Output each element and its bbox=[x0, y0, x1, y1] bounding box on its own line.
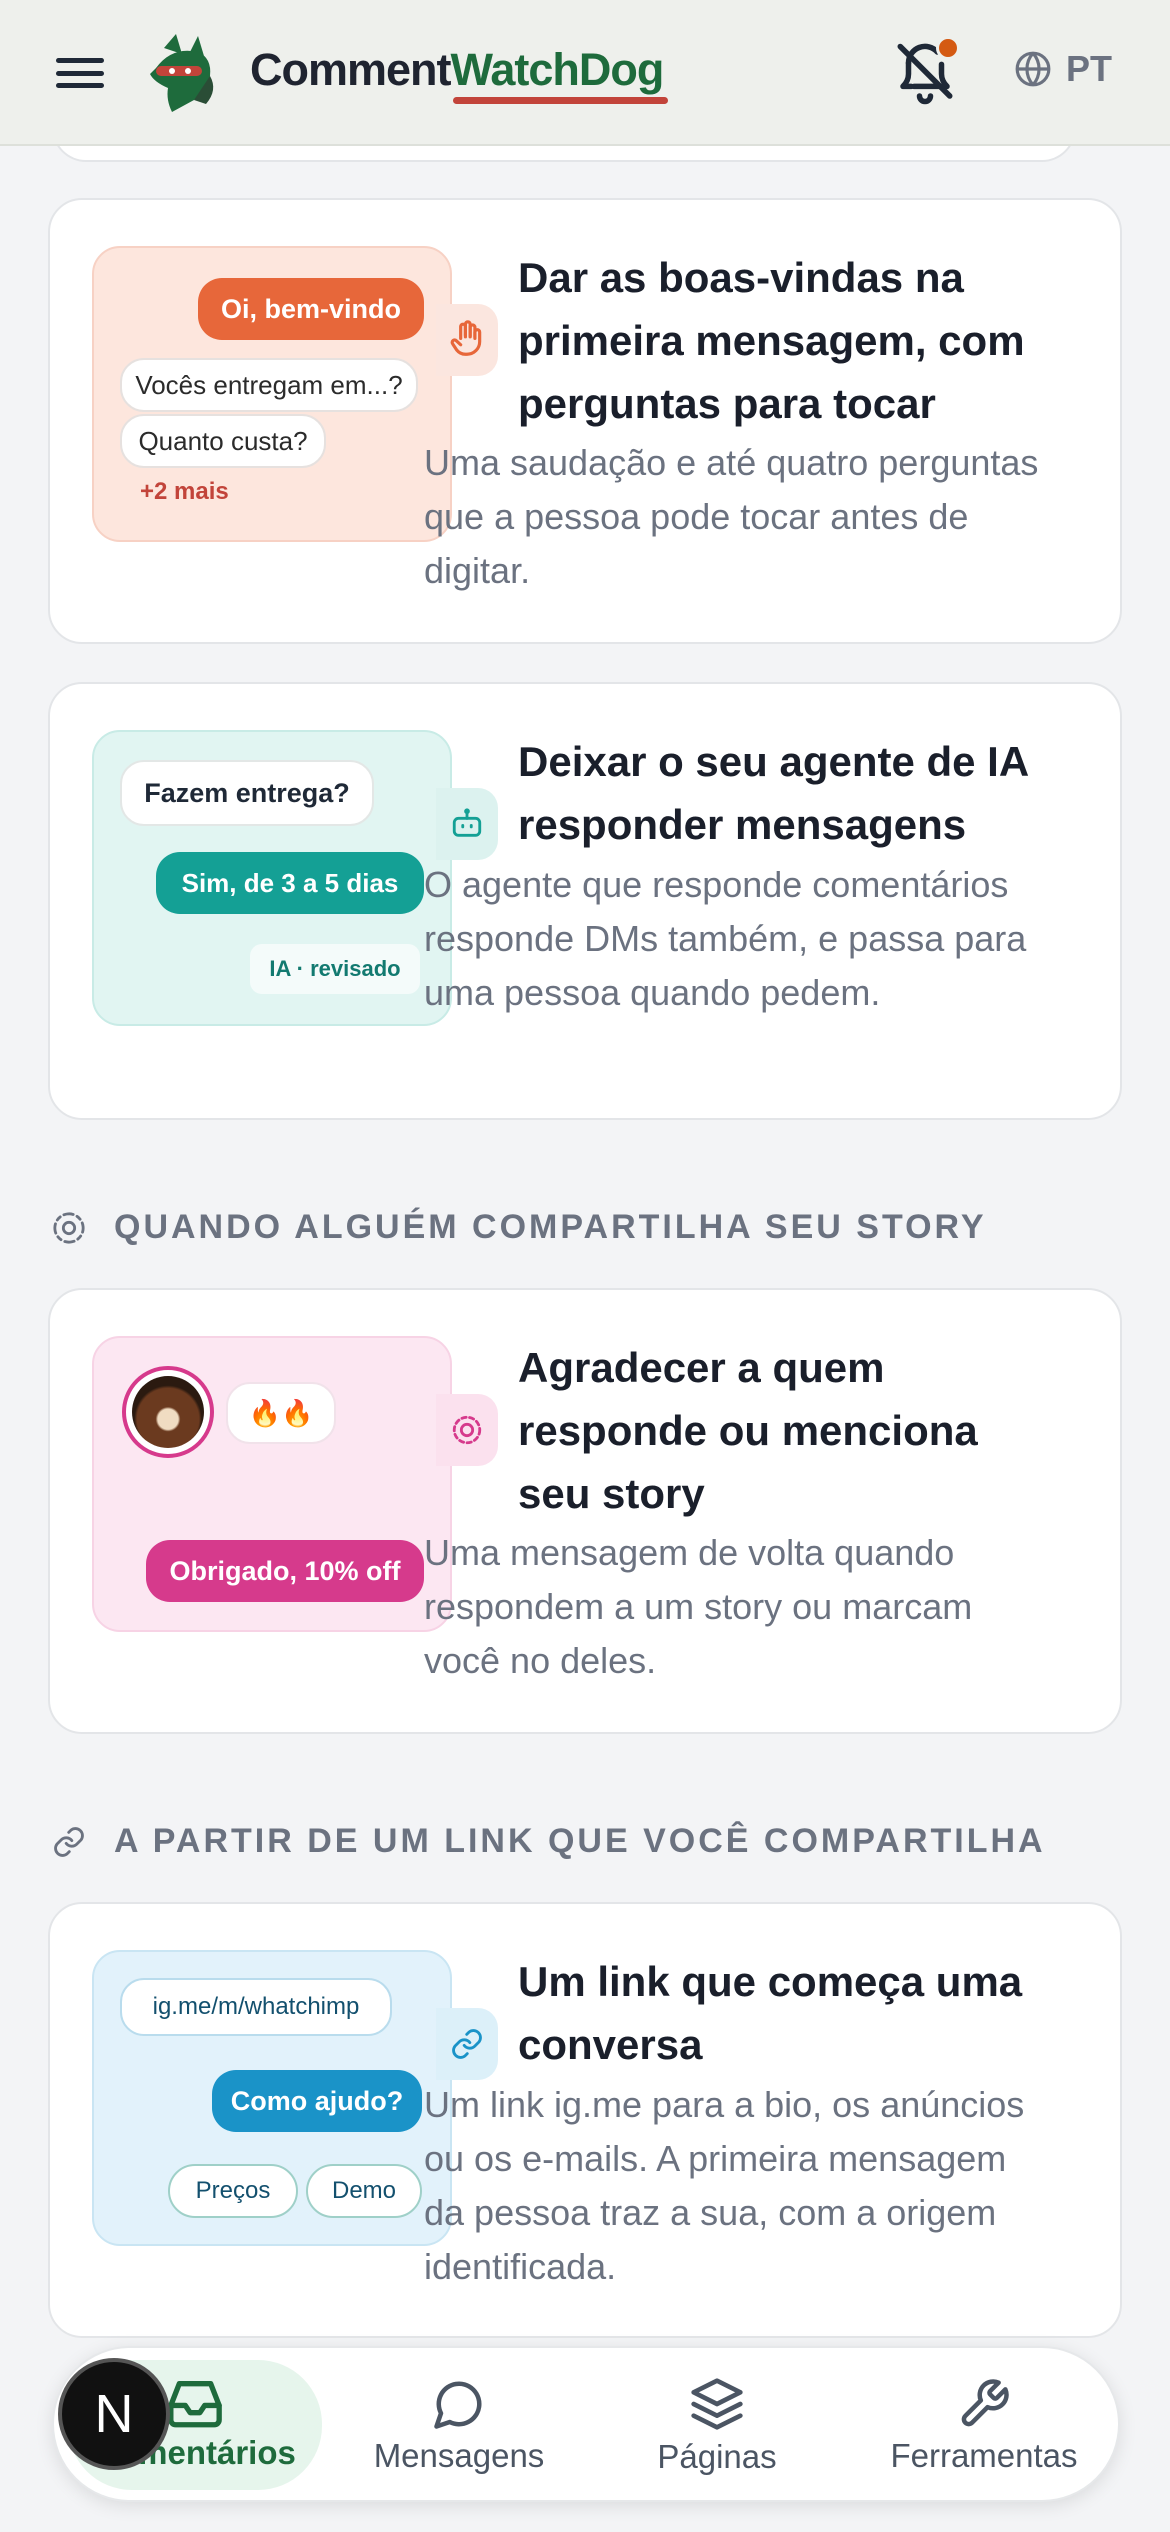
hand-icon bbox=[436, 304, 498, 376]
bottom-navigation: Comentários Mensagens Páginas Ferramenta… bbox=[52, 2346, 1120, 2502]
question-chip-2: Quanto custa? bbox=[120, 414, 326, 468]
ai-agent-card[interactable]: Fazem entrega? Sim, de 3 a 5 dias IA · r… bbox=[48, 682, 1122, 1120]
notification-dot bbox=[936, 36, 960, 60]
chat-bubble-icon bbox=[434, 2381, 482, 2429]
card-description: Um link ig.me para a bio, os anúncios ou… bbox=[424, 2084, 1025, 2287]
card-title: Deixar o seu agente de IA responder mens… bbox=[518, 738, 1028, 848]
section-label: QUANDO ALGUÉM COMPARTILHA SEU STORY bbox=[114, 1208, 987, 1246]
nav-label: Páginas bbox=[657, 2438, 777, 2475]
help-reply-bubble: Como ajudo? bbox=[212, 2070, 422, 2132]
section-header-story: QUANDO ALGUÉM COMPARTILHA SEU STORY bbox=[52, 1208, 987, 1247]
card-description: Uma saudação e até quatro perguntas que … bbox=[424, 442, 1039, 591]
wrench-icon bbox=[961, 2379, 1009, 2427]
floating-n-button[interactable]: N bbox=[58, 2358, 170, 2470]
nav-item-ferramentas[interactable]: Ferramentas bbox=[854, 2348, 1114, 2504]
content-scroll[interactable]: Oi, bem-vindo Vocês entregam em...? Quan… bbox=[0, 0, 1170, 2532]
avatar bbox=[122, 1366, 214, 1458]
option-chip-demo: Demo bbox=[306, 2164, 422, 2218]
section-label: A PARTIR DE UM LINK QUE VOCÊ COMPARTILHA bbox=[114, 1822, 1046, 1860]
nav-item-paginas[interactable]: Páginas bbox=[602, 2348, 832, 2504]
ai-agent-illustration: Fazem entrega? Sim, de 3 a 5 dias IA · r… bbox=[92, 730, 452, 1026]
app-header: CommentWatchDog PT bbox=[0, 0, 1170, 146]
ig-link-chip: ig.me/m/whatchimp bbox=[120, 1978, 392, 2036]
more-questions-label: +2 mais bbox=[140, 478, 229, 505]
language-switcher[interactable]: PT bbox=[1014, 48, 1112, 90]
card-title: Um link que começa uma conversa bbox=[518, 1958, 1023, 2068]
customer-question-bubble: Fazem entrega? bbox=[120, 760, 374, 826]
card-description: Uma mensagem de volta quando respondem a… bbox=[424, 1532, 973, 1681]
story-reply-card[interactable]: 🔥🔥 Obrigado, 10% off Agradecer a quem re… bbox=[48, 1288, 1122, 1734]
robot-icon bbox=[436, 788, 498, 860]
inbox-icon bbox=[168, 2381, 222, 2428]
card-title: Agradecer a quem responde ou menciona se… bbox=[518, 1344, 978, 1517]
nav-label: Mensagens bbox=[373, 2437, 545, 2474]
globe-icon bbox=[1015, 51, 1051, 87]
story-ring-icon bbox=[436, 1394, 498, 1466]
question-chip-1: Vocês entregam em...? bbox=[120, 358, 418, 412]
brand-title[interactable]: CommentWatchDog bbox=[250, 44, 664, 96]
welcome-illustration: Oi, bem-vindo Vocês entregam em...? Quan… bbox=[92, 246, 452, 542]
brand-underline bbox=[453, 97, 668, 104]
story-illustration: 🔥🔥 Obrigado, 10% off bbox=[92, 1336, 452, 1632]
link-icon bbox=[436, 2008, 498, 2080]
thanks-reply-bubble: Obrigado, 10% off bbox=[146, 1540, 424, 1602]
nav-item-mensagens[interactable]: Mensagens bbox=[344, 2348, 574, 2504]
link-illustration: ig.me/m/whatchimp Como ajudo? Preços Dem… bbox=[92, 1950, 452, 2246]
card-description: O agente que responde comentários respon… bbox=[424, 864, 1027, 1013]
fire-reaction-bubble: 🔥🔥 bbox=[226, 1382, 336, 1444]
card-title: Dar as boas-vindas na primeira mensagem,… bbox=[518, 254, 1025, 427]
nav-label: Ferramentas bbox=[890, 2437, 1078, 2474]
ai-reviewed-tag: IA · revisado bbox=[250, 944, 420, 994]
ai-answer-bubble: Sim, de 3 a 5 dias bbox=[156, 852, 424, 914]
greeting-bubble: Oi, bem-vindo bbox=[198, 278, 424, 340]
link-icon bbox=[54, 1826, 84, 1857]
menu-icon[interactable] bbox=[50, 50, 110, 96]
section-header-link: A PARTIR DE UM LINK QUE VOCÊ COMPARTILHA bbox=[52, 1822, 1046, 1861]
option-chip-prices: Preços bbox=[168, 2164, 298, 2218]
welcome-message-card[interactable]: Oi, bem-vindo Vocês entregam em...? Quan… bbox=[48, 198, 1122, 644]
layers-icon bbox=[691, 2378, 743, 2430]
watchdog-logo-icon bbox=[150, 34, 214, 112]
link-conversation-card[interactable]: ig.me/m/whatchimp Como ajudo? Preços Dem… bbox=[48, 1902, 1122, 2338]
language-label: PT bbox=[1066, 48, 1113, 89]
story-ring-icon bbox=[53, 1211, 85, 1244]
